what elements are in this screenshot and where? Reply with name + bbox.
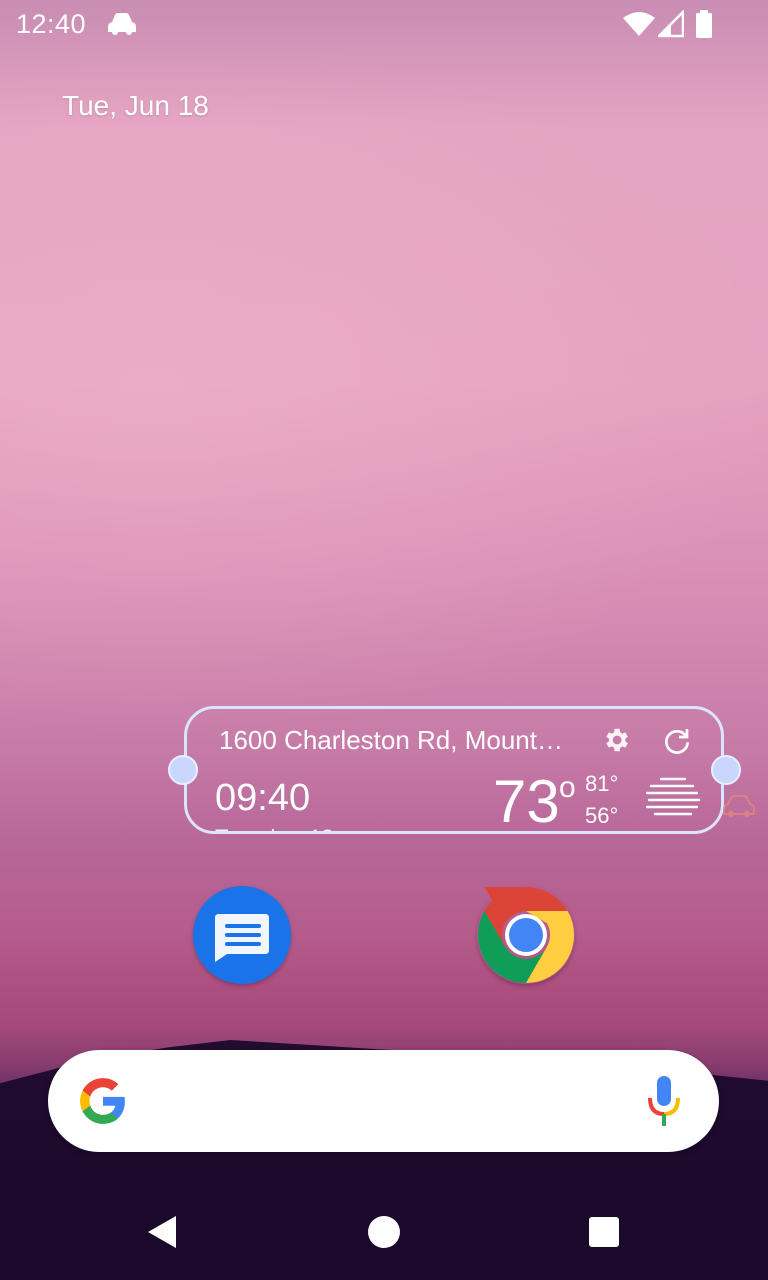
signal-icon [658,10,684,38]
chrome-icon [477,887,575,983]
chrome-app[interactable] [477,886,575,984]
widget-low: 56° [585,803,619,828]
widget-time: 09:40 [215,777,311,819]
gear-icon[interactable] [601,725,631,755]
resize-handle-right[interactable] [711,755,741,785]
recents-button[interactable] [589,1217,619,1247]
fog-icon [645,777,701,816]
widget-date: Tuesday, 18 [215,825,334,831]
back-button[interactable] [146,1214,178,1250]
widget-car-icon [723,795,755,817]
messages-app[interactable] [193,886,291,984]
weather-widget[interactable]: 1600 Charleston Rd, Mount… 09:40 Tuesday… [184,706,724,834]
home-date[interactable]: Tue, Jun 18 [62,90,209,122]
widget-address[interactable]: 1600 Charleston Rd, Mount… [219,725,579,756]
battery-icon [696,10,712,38]
wifi-icon [623,12,655,36]
resize-handle-left[interactable] [168,755,198,785]
widget-degree: o [559,771,576,804]
status-time: 12:40 [16,9,87,39]
navigation-bar [0,1184,768,1280]
mic-icon[interactable] [646,1074,682,1130]
google-g-icon [80,1078,125,1124]
status-bar: 12:40 [0,0,768,48]
refresh-icon[interactable] [661,725,693,757]
widget-temperature: 73 [493,768,560,834]
car-icon [108,13,136,35]
home-button[interactable] [368,1216,400,1248]
widget-high: 81° [585,771,619,796]
google-search-bar[interactable] [48,1050,719,1152]
messages-icon [215,914,269,962]
